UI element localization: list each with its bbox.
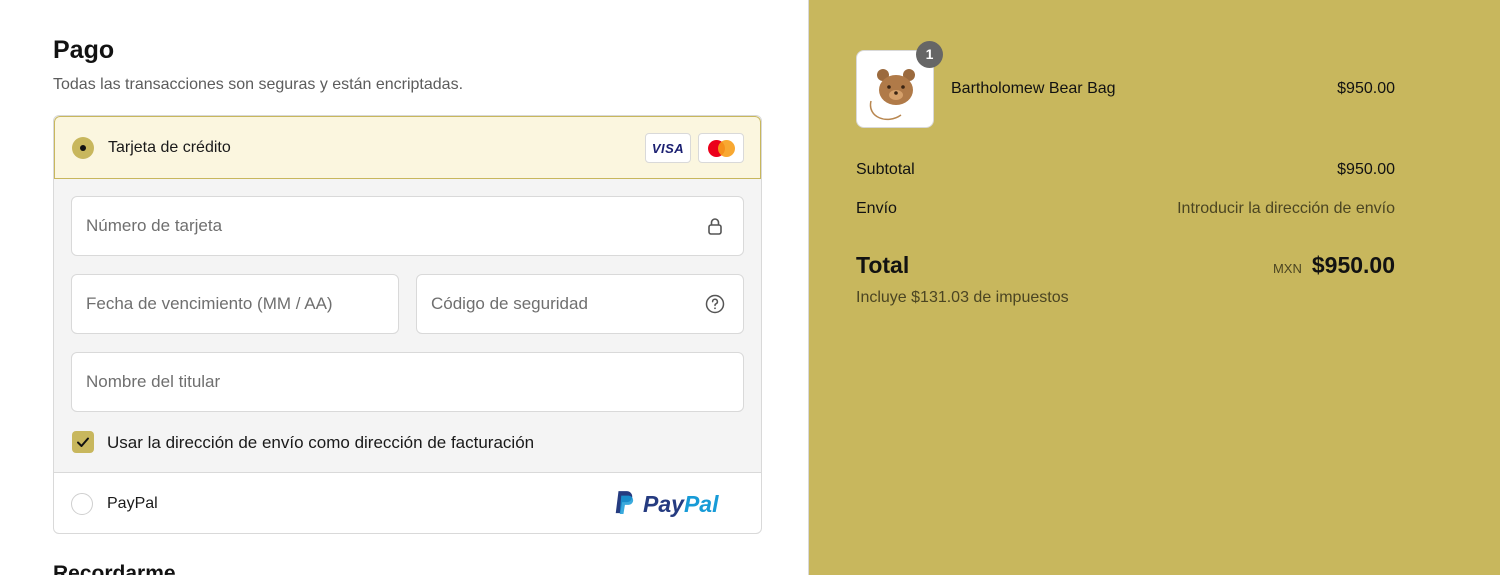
security-code-field[interactable]: Código de seguridad (416, 274, 744, 334)
shipping-label: Envío (856, 200, 897, 217)
checkmark-icon (77, 437, 89, 447)
card-number-field[interactable]: Número de tarjeta (71, 196, 744, 256)
credit-card-label: Tarjeta de crédito (108, 139, 231, 156)
quantity-badge: 1 (916, 41, 943, 68)
cardholder-name-placeholder: Nombre del titular (86, 372, 221, 391)
help-icon[interactable] (705, 294, 725, 314)
payment-subtitle: Todas las transacciones son seguras y es… (53, 76, 464, 93)
paypal-radio[interactable] (71, 493, 93, 515)
paypal-label: PayPal (107, 495, 158, 512)
expiry-placeholder: Fecha de vencimiento (MM / AA) (86, 294, 333, 313)
credit-card-radio[interactable] (72, 137, 94, 159)
lock-icon (708, 218, 722, 235)
paypal-icon (615, 491, 634, 514)
paypal-logo-text-pay: Pay (643, 491, 684, 517)
mastercard-icon (698, 133, 744, 163)
shipping-value: Introducir la dirección de envío (1177, 200, 1395, 217)
currency-code: MXN (1272, 261, 1302, 276)
order-summary: 1 Bartholomew Bear Bag $950.00 Subtotal … (808, 0, 1500, 575)
cardholder-name-field[interactable]: Nombre del titular (71, 352, 744, 412)
total-value: $950.00 (1311, 252, 1395, 278)
paypal-logo: PayPal (613, 489, 743, 519)
paypal-logo-text-pal: Pal (683, 491, 719, 517)
tax-note: Incluye $131.03 de impuestos (856, 289, 1069, 306)
billing-address-label: Usar la dirección de envío como direcció… (107, 433, 535, 452)
total-label: Total (856, 252, 910, 278)
subtotal-value: $950.00 (1337, 161, 1395, 178)
card-number-placeholder: Número de tarjeta (86, 216, 223, 235)
card-fields: Número de tarjeta Fecha de vencimiento (… (54, 179, 761, 473)
total-amount: MXN $950.00 (1273, 252, 1395, 279)
payment-methods: Tarjeta de crédito VISA Número de tarjet… (53, 115, 762, 534)
visa-icon: VISA (645, 133, 691, 163)
subtotal-label: Subtotal (856, 161, 915, 178)
credit-card-option[interactable]: Tarjeta de crédito VISA (54, 116, 761, 179)
billing-address-checkbox[interactable] (72, 431, 94, 453)
product-name: Bartholomew Bear Bag (951, 80, 1116, 97)
expiry-field[interactable]: Fecha de vencimiento (MM / AA) (71, 274, 399, 334)
payment-title: Pago (53, 36, 115, 64)
visa-text: VISA (651, 141, 685, 156)
security-code-placeholder: Código de seguridad (431, 294, 588, 313)
payment-panel: Pago Todas las transacciones son seguras… (0, 0, 808, 575)
remember-me-title: Recordarme (53, 562, 176, 575)
product-price: $950.00 (1337, 80, 1395, 97)
